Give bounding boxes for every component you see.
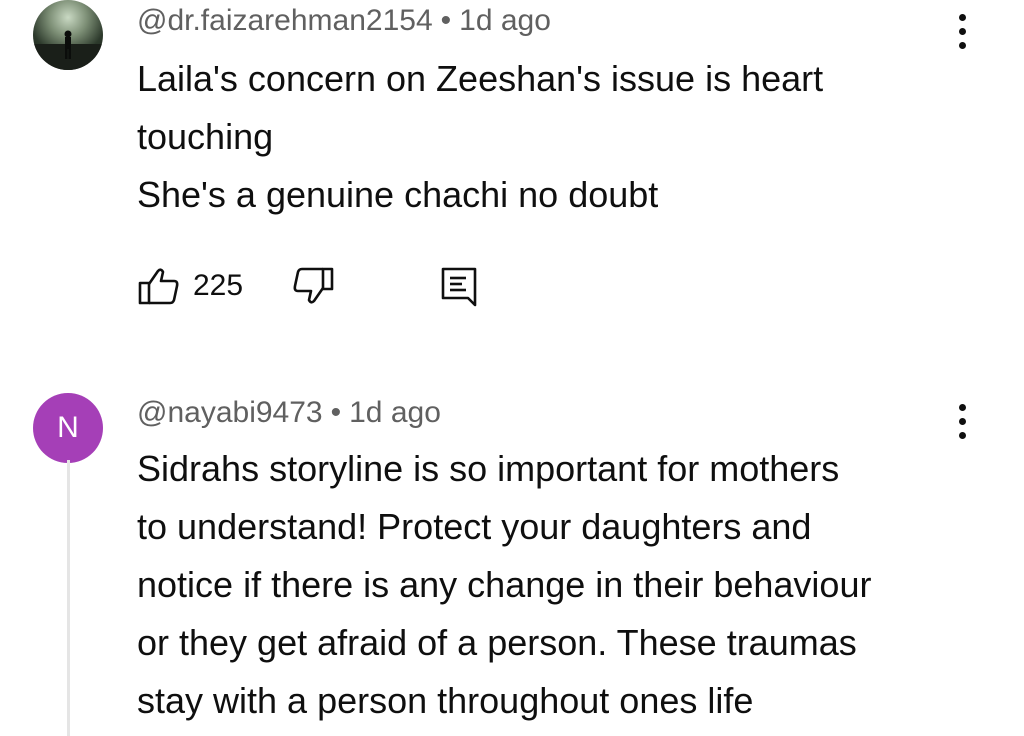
reply-comment-icon[interactable] bbox=[437, 264, 481, 308]
author-handle[interactable]: @dr.faizarehman2154 bbox=[137, 4, 433, 37]
avatar[interactable]: N bbox=[33, 393, 103, 463]
comment-line: stay with a person throughout ones life bbox=[137, 680, 754, 721]
more-vert-icon[interactable] bbox=[950, 12, 974, 52]
comment: N @nayabi9473 • 1d ago Sidrahs storyline i… bbox=[0, 380, 1024, 736]
comment-line: She's a genuine chachi no doubt bbox=[137, 174, 659, 215]
comment-line: or they get afraid of a person. These tr… bbox=[137, 622, 857, 663]
thumbs-up-icon[interactable] bbox=[137, 264, 181, 308]
reply-thread-line bbox=[67, 460, 70, 736]
comment-line: to understand! Protect your daughters an… bbox=[137, 506, 812, 547]
separator: • bbox=[330, 396, 342, 429]
comment-line: touching bbox=[137, 116, 274, 157]
avatar[interactable] bbox=[33, 0, 103, 70]
thumbs-down-icon[interactable] bbox=[291, 264, 335, 308]
comment-header: @dr.faizarehman2154 • 1d ago bbox=[137, 4, 551, 38]
comment-text: Sidrahs storyline is so important for mo… bbox=[137, 440, 967, 730]
timestamp[interactable]: 1d ago bbox=[459, 4, 551, 37]
like-count: 225 bbox=[193, 269, 244, 302]
comment: @dr.faizarehman2154 • 1d ago Laila's conce… bbox=[0, 0, 1024, 360]
person-silhouette-icon bbox=[33, 30, 103, 70]
comment-line: Sidrahs storyline is so important for mo… bbox=[137, 448, 840, 489]
comments-list: @dr.faizarehman2154 • 1d ago Laila's conce… bbox=[0, 0, 1024, 736]
comment-actions: 225 bbox=[137, 264, 481, 308]
more-vert-icon[interactable] bbox=[950, 402, 974, 442]
comment-text: Laila's concern on Zeeshan's issue is he… bbox=[137, 50, 967, 224]
comment-line: Laila's concern on Zeeshan's issue is he… bbox=[137, 58, 824, 99]
comment-line: notice if there is any change in their b… bbox=[137, 564, 872, 605]
author-handle[interactable]: @nayabi9473 bbox=[137, 396, 323, 429]
comment-header: @nayabi9473 • 1d ago bbox=[137, 396, 441, 430]
separator: • bbox=[440, 4, 452, 37]
timestamp[interactable]: 1d ago bbox=[349, 396, 441, 429]
